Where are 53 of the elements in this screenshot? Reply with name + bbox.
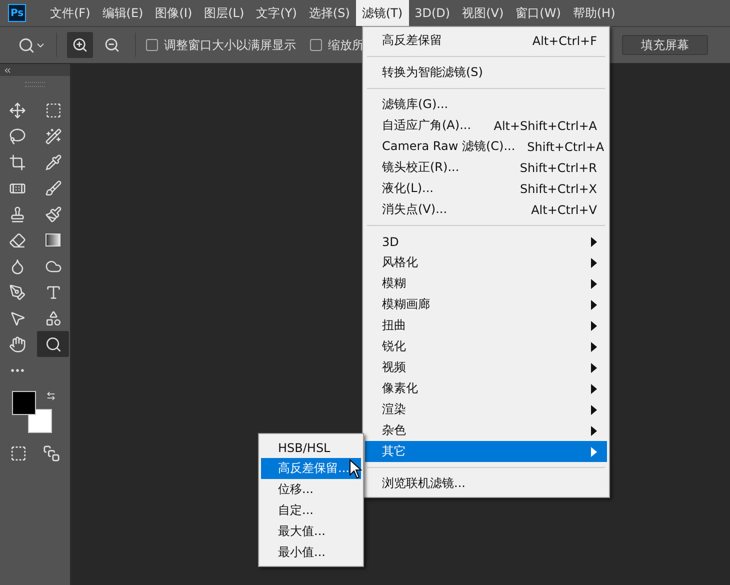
zoom-out-icon xyxy=(104,37,120,53)
menu-item[interactable]: 镜头校正(R)... Shift+Ctrl+R xyxy=(365,157,607,178)
collapse-icon[interactable] xyxy=(3,66,12,74)
zoom-in-button[interactable] xyxy=(67,32,93,58)
menu-item[interactable]: 文件(F) xyxy=(44,0,96,26)
menu-item[interactable]: 像素化 xyxy=(365,378,607,399)
mask-icon[interactable] xyxy=(10,445,27,462)
menu-item[interactable]: 扭曲 xyxy=(365,315,607,336)
menu-item[interactable]: 最小值... xyxy=(261,542,361,563)
menu-item[interactable]: 滤镜(T) xyxy=(356,0,409,26)
menu-item[interactable]: 选择(S) xyxy=(302,0,356,26)
screen-mode-icon[interactable] xyxy=(43,445,60,462)
menu-item[interactable]: 图层(L) xyxy=(198,0,250,26)
checkbox[interactable]: 调整窗口大小以满屏显示 xyxy=(146,36,296,54)
foreground-swatch[interactable] xyxy=(12,391,36,415)
menu-item[interactable]: 自适应广角(A)... Alt+Shift+Ctrl+A xyxy=(365,115,607,136)
menu-item[interactable]: 窗口(W) xyxy=(510,0,567,26)
menu-item[interactable]: HSB/HSL xyxy=(261,437,361,458)
search-icon[interactable] xyxy=(37,331,69,357)
swap-icon[interactable] xyxy=(46,391,56,401)
menu-item[interactable]: 最大值... xyxy=(261,521,361,542)
menu-item[interactable]: 模糊 xyxy=(365,273,607,294)
menu-item[interactable]: 风格化 xyxy=(365,252,607,273)
menu-item[interactable]: 其它 xyxy=(365,441,607,462)
menu-item[interactable]: 文字(Y) xyxy=(250,0,303,26)
menu-item[interactable]: 自定... xyxy=(261,500,361,521)
menu-item[interactable]: 消失点(V)... Alt+Ctrl+V xyxy=(365,199,607,220)
zoom-in-icon xyxy=(72,37,88,53)
menu-item[interactable]: 液化(L)... Shift+Ctrl+X xyxy=(365,178,607,199)
cursor-icon xyxy=(349,459,363,479)
menu-item[interactable]: 转换为智能滤镜(S) xyxy=(365,62,607,83)
menu-item[interactable]: 浏览联机滤镜... xyxy=(365,473,607,494)
fill-screen-button[interactable]: 填充屏幕 xyxy=(622,35,708,55)
menu-item[interactable]: 位移... xyxy=(261,479,361,500)
app-logo: Ps xyxy=(8,4,26,22)
menu-item[interactable]: 滤镜库(G)... xyxy=(365,94,607,115)
menu-item[interactable]: 高反差保留 Alt+Ctrl+F xyxy=(365,30,607,51)
menu-item[interactable]: 视图(V) xyxy=(456,0,510,26)
menu-item[interactable]: 3D xyxy=(365,231,607,252)
zoom-tool-icon[interactable] xyxy=(18,36,46,54)
menu-item[interactable]: 杂色 xyxy=(365,420,607,441)
menu-item[interactable]: 图像(I) xyxy=(149,0,198,26)
menu-item[interactable]: 3D(D) xyxy=(408,0,456,26)
menu-item[interactable]: 锐化 xyxy=(365,336,607,357)
menu-item[interactable]: 视频 xyxy=(365,357,607,378)
background-swatch[interactable] xyxy=(28,409,52,433)
menu-item[interactable]: 高反差保留... xyxy=(261,458,361,479)
menu-item[interactable]: 帮助(H) xyxy=(566,0,622,26)
menu-item[interactable]: 编辑(E) xyxy=(96,0,150,26)
menu-item[interactable]: Camera Raw 滤镜(C)... Shift+Ctrl+A xyxy=(365,136,607,157)
checkbox[interactable]: 缩放所 xyxy=(310,36,364,54)
menu-item[interactable]: 模糊画廊 xyxy=(365,294,607,315)
menu-item[interactable]: 渲染 xyxy=(365,399,607,420)
